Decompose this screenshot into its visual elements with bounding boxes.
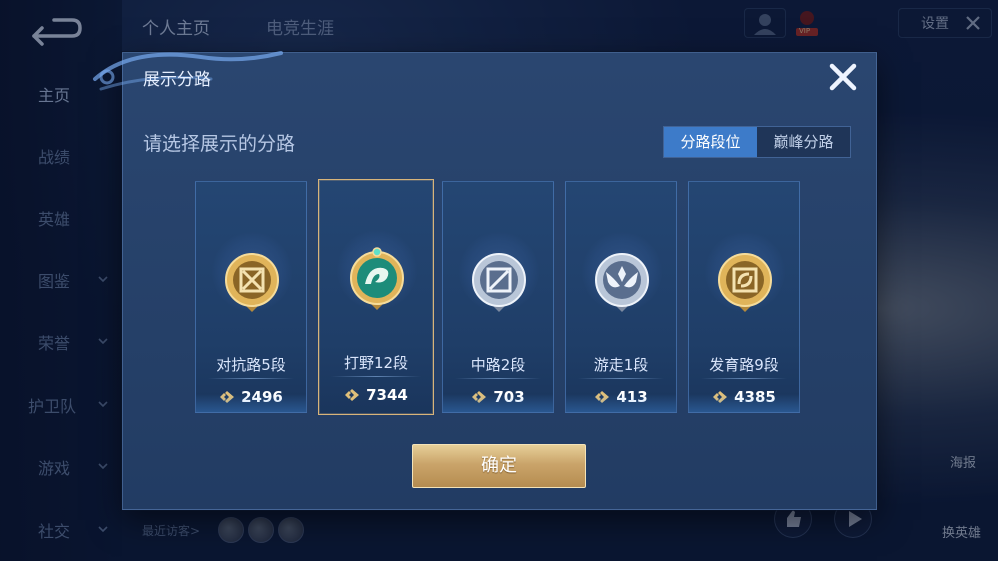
lane-card-name: 打野12段 bbox=[343, 354, 409, 372]
farm-lane-badge-icon bbox=[718, 253, 772, 312]
lane-card-mid[interactable]: 中路2段 703 bbox=[442, 181, 554, 413]
dialog-title: 展示分路 bbox=[143, 70, 211, 90]
lane-card-name: 对抗路5段 bbox=[216, 356, 286, 374]
select-lane-prompt: 请选择展示的分路 bbox=[143, 133, 296, 155]
lane-card-name: 游走1段 bbox=[593, 356, 649, 374]
lane-card-farm[interactable]: 发育路9段 4385 bbox=[688, 181, 800, 413]
tab-lane-rank[interactable]: 分路段位 bbox=[664, 127, 757, 157]
lane-mode-toggle: 分路段位 巅峰分路 bbox=[663, 126, 851, 158]
card-glow bbox=[689, 394, 799, 412]
mid-lane-badge-icon bbox=[472, 253, 526, 312]
lane-card-name: 中路2段 bbox=[470, 356, 526, 374]
card-glow bbox=[443, 394, 553, 412]
clash-lane-badge-icon bbox=[225, 253, 279, 312]
confirm-button[interactable]: 确定 bbox=[412, 444, 586, 488]
roam-wings-badge-icon bbox=[595, 253, 649, 312]
lane-card-name: 发育路9段 bbox=[709, 356, 779, 374]
lane-card-jungle[interactable]: 打野12段 7344 bbox=[318, 179, 434, 415]
lane-display-dialog: 展示分路 请选择展示的分路 分路段位 巅峰分路 对抗路5段 2496 bbox=[93, 51, 877, 510]
card-glow bbox=[196, 394, 306, 412]
divider bbox=[701, 378, 787, 379]
card-glow bbox=[566, 394, 676, 412]
divider bbox=[208, 378, 294, 379]
lane-card-roam[interactable]: 游走1段 413 bbox=[565, 181, 677, 413]
divider bbox=[578, 378, 664, 379]
lane-card-score: 7344 bbox=[366, 386, 408, 404]
close-icon[interactable] bbox=[827, 61, 859, 93]
cloud-swirl-decoration bbox=[93, 51, 283, 91]
tab-peak-lane[interactable]: 巅峰分路 bbox=[757, 127, 850, 157]
divider bbox=[455, 378, 541, 379]
jungle-dragon-badge-icon bbox=[350, 247, 404, 310]
proficiency-icon bbox=[345, 389, 360, 401]
lane-card-clash[interactable]: 对抗路5段 2496 bbox=[195, 181, 307, 413]
divider bbox=[331, 376, 421, 377]
